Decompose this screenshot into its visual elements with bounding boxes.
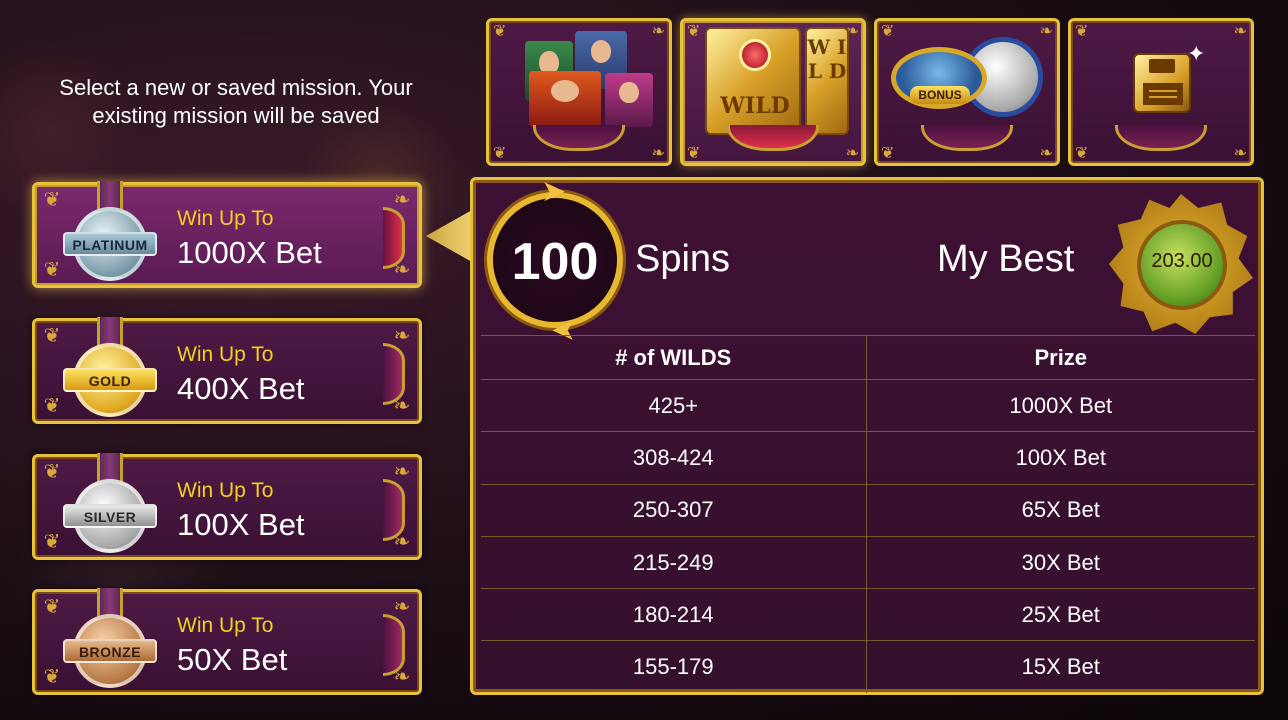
table-header-row: # of WILDS Prize (481, 335, 1255, 380)
wild-icon: WILD W I L D (693, 27, 853, 135)
mission-card-bronze[interactable]: ❦ ❦ ❧ ❧ BRONZE Win Up To 50X Bet (32, 588, 422, 695)
mission-card-gold[interactable]: ❦ ❦ ❧ ❧ GOLD Win Up To 400X Bet (32, 317, 422, 424)
medal-tier-label: BRONZE (63, 639, 157, 663)
spins-count: 100 (511, 233, 599, 291)
table-row: 215-249 30X Bet (481, 536, 1255, 590)
wilds-cell: 155-179 (481, 640, 867, 694)
win-label: Win Up To (177, 479, 274, 502)
my-best-label: My Best (937, 238, 1075, 280)
table-row: 250-307 65X Bet (481, 484, 1255, 537)
ornament-icon: ❦ (881, 145, 895, 162)
platinum-medal-icon: PLATINUM (63, 181, 157, 285)
tab-bonus[interactable]: ❦ ❧ ❦ ❧ BONUS (874, 18, 1060, 166)
wilds-cell: 180-214 (481, 588, 867, 642)
my-best-value: 203.00 (1151, 250, 1213, 272)
win-label: Win Up To (177, 614, 274, 637)
tab-characters[interactable]: ❦ ❧ ❦ ❧ (486, 18, 672, 166)
table-row: 155-179 15X Bet (481, 640, 1255, 694)
tab-save[interactable]: ❦ ❧ ❦ ❧ ✦ (1068, 18, 1254, 166)
select-arrow-icon (383, 614, 405, 676)
medal-tier-label: SILVER (63, 504, 157, 528)
prize-cell: 100X Bet (866, 431, 1255, 485)
characters-icon (499, 27, 659, 127)
prize-cell: 1000X Bet (866, 379, 1255, 433)
silver-medal-icon: SILVER (63, 453, 157, 557)
ornament-icon: ❧ (845, 145, 859, 162)
ornament-icon: ❦ (43, 596, 61, 618)
tab-wild[interactable]: ❦ ❧ ❦ ❧ WILD W I L D (680, 18, 866, 166)
spins-label: Spins (635, 238, 731, 280)
wilds-cell: 250-307 (481, 484, 867, 537)
prize-cell: 25X Bet (866, 588, 1255, 642)
mission-detail-panel: ➤ ➤ 100 Spins My Best 203.00 # of WILDS … (470, 175, 1264, 695)
bonus-label: BONUS (910, 86, 970, 104)
ornament-icon: ❦ (43, 189, 61, 211)
ornament-icon: ❧ (1039, 145, 1053, 162)
prize-cell: 65X Bet (866, 484, 1255, 537)
tab-indicator (727, 125, 819, 151)
gold-medal-icon: GOLD (63, 317, 157, 421)
wild-vertical-label: W I L D (805, 27, 849, 135)
select-arrow-icon (383, 207, 405, 269)
ornament-icon: ❦ (493, 145, 507, 162)
column-header-wilds: # of WILDS (481, 335, 867, 380)
wilds-cell: 215-249 (481, 536, 867, 590)
mission-instructions: Select a new or saved mission. Your exis… (59, 75, 413, 128)
tab-indicator (1115, 125, 1207, 151)
tab-indicator (533, 125, 625, 151)
table-row: 308-424 100X Bet (481, 431, 1255, 485)
win-value: 50X Bet (177, 642, 288, 677)
ornament-icon: ❦ (43, 395, 61, 417)
wilds-cell: 308-424 (481, 431, 867, 485)
table-row: 180-214 25X Bet (481, 588, 1255, 642)
mission-card-platinum[interactable]: ❦ ❦ ❧ ❧ PLATINUM Win Up To 1000X Bet (32, 181, 422, 288)
bronze-medal-icon: BRONZE (63, 588, 157, 692)
cycle-arrow-icon: ➤ (541, 175, 567, 208)
prize-cell: 30X Bet (866, 536, 1255, 590)
column-header-prize: Prize (866, 335, 1255, 380)
win-value: 400X Bet (177, 371, 305, 406)
prize-cell: 15X Bet (1021, 654, 1100, 680)
bonus-icon: BONUS (887, 27, 1047, 127)
ornament-icon: ❦ (43, 666, 61, 688)
ornament-icon: ❦ (43, 461, 61, 483)
ornament-icon: ❦ (43, 531, 61, 553)
prize-table: # of WILDS Prize 425+ 1000X Bet 308-424 … (481, 335, 1255, 694)
ornament-icon: ❦ (43, 259, 61, 281)
select-arrow-icon (383, 479, 405, 541)
ornament-icon: ❦ (43, 325, 61, 347)
win-label: Win Up To (177, 207, 274, 230)
mission-card-silver[interactable]: ❦ ❦ ❧ ❧ SILVER Win Up To 100X Bet (32, 453, 422, 560)
win-value: 1000X Bet (177, 235, 322, 270)
ornament-icon: ❦ (687, 145, 701, 162)
spins-counter: ➤ ➤ 100 (487, 175, 623, 347)
tab-indicator (921, 125, 1013, 151)
ornament-icon: ❧ (1233, 145, 1247, 162)
save-icon: ✦ (1081, 27, 1241, 127)
medal-tier-label: GOLD (63, 368, 157, 392)
win-label: Win Up To (177, 343, 274, 366)
wild-symbol-label: WILD (720, 93, 790, 119)
wilds-cell: 425+ (481, 379, 867, 433)
ornament-icon: ❦ (1075, 145, 1089, 162)
medal-tier-label: PLATINUM (63, 232, 157, 256)
table-row: 425+ 1000X Bet (481, 379, 1255, 433)
ornament-icon: ❧ (651, 145, 665, 162)
select-arrow-icon (383, 343, 405, 405)
win-value: 100X Bet (177, 507, 305, 542)
